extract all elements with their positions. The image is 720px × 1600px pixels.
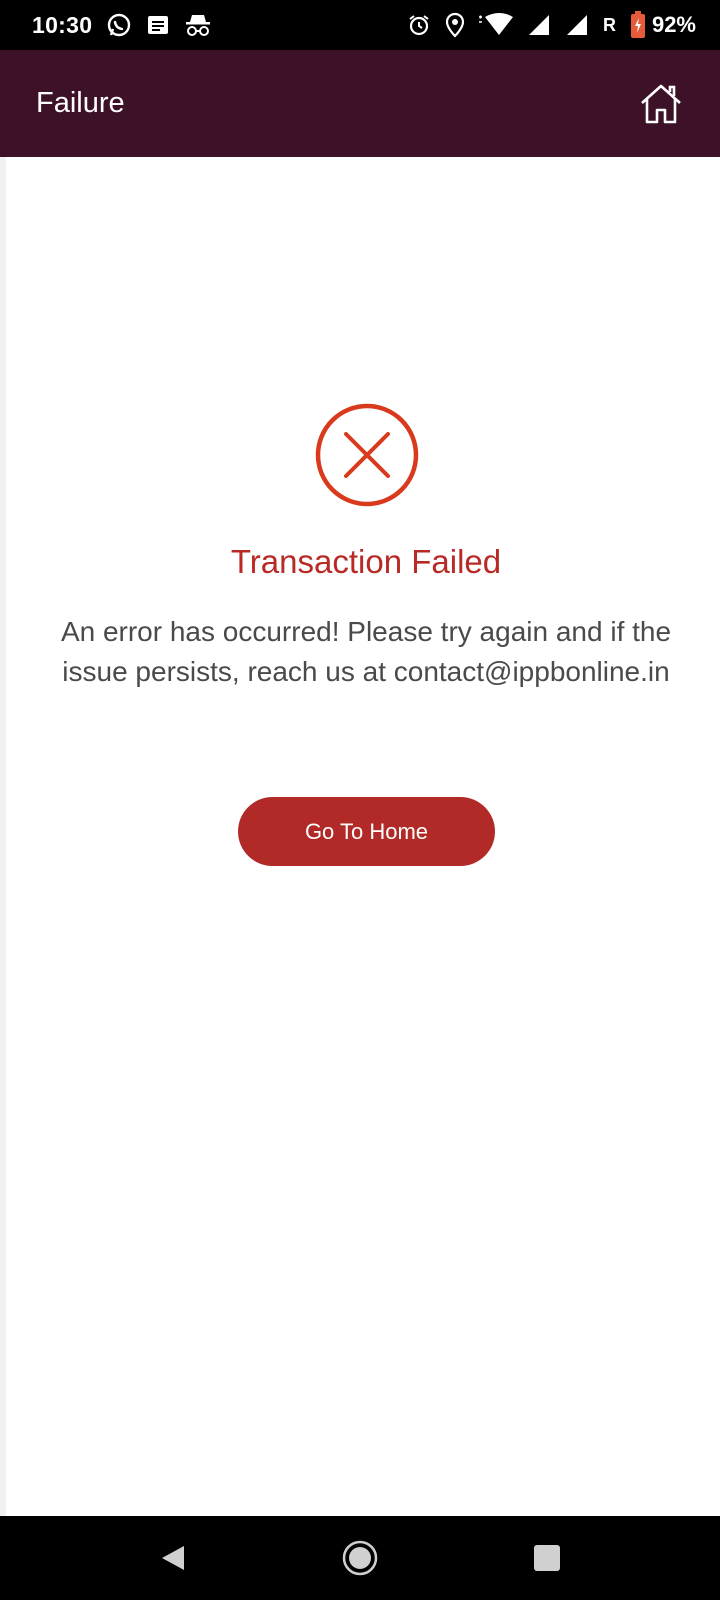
recents-icon[interactable] — [517, 1528, 577, 1588]
status-time: 10:30 — [32, 11, 93, 38]
incognito-icon — [184, 10, 212, 40]
location-icon — [445, 10, 465, 40]
alarm-icon — [407, 10, 431, 40]
whatsapp-icon — [106, 10, 132, 40]
roaming-indicator: R — [602, 14, 616, 35]
page-title: Failure — [36, 87, 125, 119]
back-icon[interactable] — [143, 1528, 203, 1588]
signal-icon — [565, 10, 589, 40]
battery-icon — [630, 10, 646, 40]
error-circle-icon — [314, 402, 420, 508]
status-left: 10:30 — [32, 10, 212, 40]
content-area: Transaction Failed An error has occurred… — [0, 157, 720, 1516]
go-to-home-button[interactable]: Go To Home — [238, 797, 495, 866]
status-bar: 10:30 R 92% — [0, 0, 720, 50]
wifi-icon — [478, 10, 513, 40]
message-icon — [146, 10, 170, 40]
navigation-bar — [0, 1516, 720, 1600]
battery: 92% — [630, 10, 696, 40]
error-message: An error has occurred! Please try again … — [60, 616, 672, 687]
transaction-status-title: Transaction Failed — [230, 543, 502, 580]
status-right: R 92% — [407, 10, 696, 40]
signal-icon — [527, 10, 551, 40]
home-circle-icon[interactable] — [330, 1528, 390, 1588]
home-icon[interactable] — [636, 79, 686, 129]
battery-percent: 92% — [651, 12, 696, 37]
app-bar: Failure — [0, 50, 720, 157]
